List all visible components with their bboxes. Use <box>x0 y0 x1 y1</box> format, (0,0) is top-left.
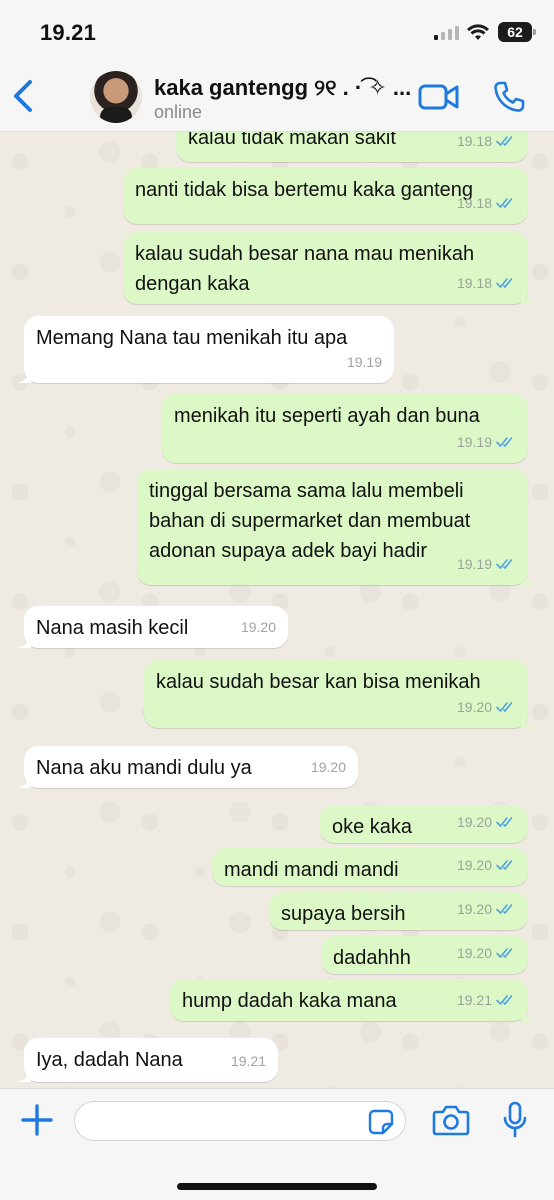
message-meta: 19.20 <box>457 692 516 722</box>
message-time: 19.19 <box>456 434 492 450</box>
bubble-tail <box>521 290 535 304</box>
outgoing-message[interactable]: tinggal bersama sama lalu membeli bahan … <box>137 469 535 585</box>
status-time: 19.21 <box>40 20 97 45</box>
message-time: 19.20 <box>456 945 492 961</box>
bubble-tail <box>17 634 31 648</box>
wifi-icon <box>467 24 489 40</box>
message-time: 19.20 <box>456 699 492 715</box>
read-receipt-icon <box>496 559 513 569</box>
message-text: Nana aku mandi dulu ya <box>36 757 252 779</box>
read-receipt-icon <box>496 860 513 870</box>
outgoing-message[interactable]: menikah itu seperti ayah dan buna 19.19 <box>162 394 528 463</box>
message-meta: 19.20 <box>457 807 516 837</box>
read-receipt-icon <box>496 817 513 827</box>
sticker-icon[interactable] <box>368 1109 394 1135</box>
message-time: 19.20 <box>456 857 492 873</box>
message-time: 19.19 <box>456 556 492 572</box>
message-time: 19.20 <box>456 901 492 917</box>
bubble-tail <box>521 571 535 585</box>
read-receipt-icon <box>496 904 513 914</box>
read-receipt-icon <box>496 437 513 447</box>
bubble-tail <box>17 369 31 383</box>
outgoing-message[interactable]: mandi mandi mandi 19.20 <box>212 848 528 886</box>
incoming-message[interactable]: Nana masih kecil 19.20 <box>17 606 288 648</box>
bubble-tail <box>17 1068 31 1082</box>
incoming-message[interactable]: Nana aku mandi dulu ya 19.20 <box>17 746 358 788</box>
message-meta: 19.20 <box>311 752 346 782</box>
read-receipt-icon <box>496 702 513 712</box>
message-meta: 19.20 <box>241 612 276 642</box>
contact-name[interactable]: kaka gantengg ୨୧ . ·͡ ✧ ... <box>154 75 410 101</box>
back-chevron-icon[interactable] <box>8 76 42 116</box>
message-meta: 19.20 <box>457 938 516 968</box>
microphone-icon[interactable] <box>500 1101 530 1139</box>
outgoing-message[interactable]: kalau sudah besar nana mau menikah denga… <box>123 232 535 304</box>
composer-bar <box>0 1088 554 1200</box>
read-receipt-icon <box>496 136 513 146</box>
chat-header: kaka gantengg ୨୧ . ·͡ ✧ ... online <box>0 62 554 132</box>
outgoing-message[interactable]: supaya bersih 19.20 <box>269 892 528 930</box>
read-receipt-icon <box>496 278 513 288</box>
message-time: 19.18 <box>456 275 492 291</box>
outgoing-message[interactable]: oke kaka 19.20 <box>320 805 528 843</box>
incoming-message[interactable]: Iya, dadah Nana 19.21 <box>17 1038 278 1082</box>
incoming-message[interactable]: Memang Nana tau menikah itu apa 19.19 <box>17 316 394 383</box>
message-time: 19.20 <box>240 619 276 635</box>
message-time: 19.18 <box>456 133 492 149</box>
message-time: 19.20 <box>310 759 346 775</box>
message-meta: 19.18 <box>457 268 516 298</box>
bubble-tail <box>521 714 535 728</box>
message-time: 19.20 <box>456 814 492 830</box>
message-input[interactable] <box>74 1101 406 1141</box>
home-indicator <box>177 1183 377 1190</box>
contact-status: online <box>154 102 203 122</box>
message-meta: 19.21 <box>231 1046 266 1076</box>
message-meta: 19.19 <box>457 427 516 457</box>
message-text: Memang Nana tau menikah itu apa <box>36 327 348 349</box>
message-time: 19.18 <box>456 195 492 211</box>
message-time: 19.19 <box>346 354 382 370</box>
message-meta: 19.18 <box>457 188 516 218</box>
video-call-icon[interactable] <box>418 82 460 112</box>
message-meta: 19.19 <box>347 347 382 377</box>
outgoing-message[interactable]: dadahhh 19.20 <box>321 936 528 974</box>
plus-icon[interactable] <box>20 1103 54 1137</box>
battery-icon: 62 <box>498 22 536 42</box>
phone-call-icon[interactable] <box>492 80 526 114</box>
contact-avatar[interactable] <box>90 71 142 123</box>
status-bar: 19.21 62 <box>0 0 554 62</box>
bubble-tail <box>17 774 31 788</box>
read-receipt-icon <box>496 948 513 958</box>
read-receipt-icon <box>496 198 513 208</box>
message-meta: 19.20 <box>457 894 516 924</box>
read-receipt-icon <box>496 995 513 1005</box>
cellular-signal-icon <box>434 26 459 40</box>
outgoing-message[interactable]: nanti tidak bisa bertemu kaka ganteng 19.… <box>123 168 528 224</box>
bubble-tail <box>521 1007 535 1021</box>
message-time: 19.21 <box>230 1053 266 1069</box>
message-meta: 19.21 <box>457 985 516 1015</box>
outgoing-message[interactable]: kalau tidak makan sakit 19.18 <box>176 132 528 162</box>
chat-messages[interactable]: kalau tidak makan sakit 19.18 nanti tidak … <box>0 132 554 1088</box>
message-time: 19.21 <box>456 992 492 1008</box>
message-meta: 19.18 <box>457 132 516 156</box>
camera-icon[interactable] <box>432 1103 470 1137</box>
message-meta: 19.20 <box>457 850 516 880</box>
outgoing-message[interactable]: kalau sudah besar kan bisa menikah 19.20 <box>144 660 535 728</box>
message-meta: 19.19 <box>457 549 516 579</box>
outgoing-message[interactable]: hump dadah kaka mana 19.21 <box>170 979 535 1021</box>
